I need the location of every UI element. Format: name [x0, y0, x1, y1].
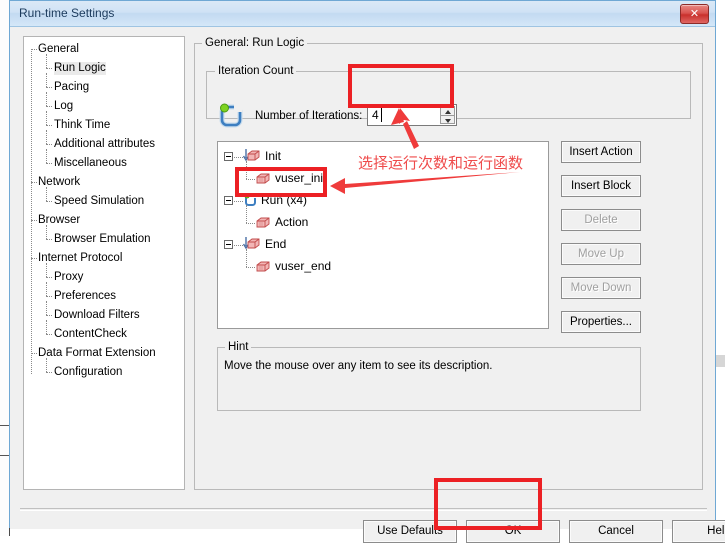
sidebar-item-configuration[interactable]: Configuration: [54, 366, 122, 379]
spinner-down-button[interactable]: [441, 116, 454, 124]
iterations-spinner[interactable]: [440, 106, 455, 124]
hint-caption: Hint: [225, 341, 252, 353]
run-logic-group-caption: General: Run Logic: [202, 37, 308, 49]
ok-button-highlight: [434, 478, 542, 530]
background-divider-2: [0, 455, 9, 456]
background-window-right-edge: [716, 0, 725, 536]
annotation-note: 选择运行次数和运行函数: [358, 154, 524, 172]
iteration-loop-icon: [218, 103, 244, 129]
tree-expander[interactable]: [224, 240, 233, 249]
iterations-value: 4: [372, 108, 379, 122]
sidebar-item-pacing[interactable]: Pacing: [54, 81, 89, 94]
sidebar-item-speed-simulation[interactable]: Speed Simulation: [54, 195, 144, 208]
number-of-iterations-label: Number of Iterations:: [255, 110, 363, 122]
move-up-button: Move Up: [561, 243, 641, 265]
close-icon[interactable]: ✕: [680, 4, 709, 24]
settings-category-tree[interactable]: General Run Logic Pacing Log Think Time Addit…: [23, 36, 185, 490]
delete-button: Delete: [561, 209, 641, 231]
action-tree-row-label: Init: [265, 149, 282, 163]
sidebar-item-log[interactable]: Log: [54, 100, 73, 113]
iteration-count-caption: Iteration Count: [215, 65, 297, 77]
action-block-icon: [256, 261, 270, 272]
sidebar-item-general[interactable]: General: [38, 43, 79, 56]
screen: Run-time Settings ✕ General Run Logic Paci…: [0, 0, 725, 543]
action-tree-row-init[interactable]: Init: [242, 149, 282, 163]
action-tree-row-action[interactable]: Action: [256, 215, 308, 229]
action-block-icon: [256, 217, 270, 228]
sidebar-item-browser[interactable]: Browser: [38, 214, 80, 227]
sidebar-item-data-format-extension[interactable]: Data Format Extension: [38, 347, 156, 360]
insert-block-button[interactable]: Insert Block: [561, 175, 641, 197]
window-title: Run-time Settings: [19, 6, 115, 20]
move-down-button: Move Down: [561, 277, 641, 299]
sidebar-item-think-time[interactable]: Think Time: [54, 119, 110, 132]
hint-text: Move the mouse over any item to see its …: [224, 360, 493, 372]
hint-group: [217, 347, 641, 411]
spinner-up-button[interactable]: [441, 107, 454, 116]
background-divider-1: [0, 425, 9, 426]
sidebar-item-network[interactable]: Network: [38, 176, 80, 189]
properties-button[interactable]: Properties...: [561, 311, 641, 333]
cancel-button[interactable]: Cancel: [569, 520, 663, 543]
sidebar-item-contentcheck[interactable]: ContentCheck: [54, 328, 127, 341]
iteration-input-highlight: [348, 64, 454, 108]
title-bar: Run-time Settings ✕: [10, 1, 715, 27]
action-row-highlight: [235, 167, 327, 197]
background-scrollbar-thumb: [716, 355, 725, 367]
sidebar-item-proxy[interactable]: Proxy: [54, 271, 83, 284]
action-tree-row-vuser-end[interactable]: vuser_end: [256, 259, 331, 273]
footer-separator: [20, 508, 707, 511]
end-block-icon: [242, 237, 260, 250]
init-block-icon: [242, 149, 260, 162]
action-tree-row-label: Action: [275, 215, 309, 229]
tree-expander[interactable]: [224, 152, 233, 161]
sidebar-item-browser-emulation[interactable]: Browser Emulation: [54, 233, 151, 246]
chevron-up-icon: [445, 110, 451, 114]
insert-action-button[interactable]: Insert Action: [561, 141, 641, 163]
text-caret: [381, 108, 382, 122]
sidebar-item-additional-attributes[interactable]: Additional attributes: [54, 138, 155, 151]
sidebar-item-preferences[interactable]: Preferences: [54, 290, 116, 303]
sidebar-item-run-logic[interactable]: Run Logic: [54, 62, 106, 75]
action-tree-row-end[interactable]: End: [242, 237, 287, 251]
chevron-down-icon: [445, 119, 451, 123]
action-tree-row-label: vuser_end: [275, 259, 332, 273]
help-button[interactable]: Help: [672, 520, 725, 543]
sidebar-item-internet-protocol[interactable]: Internet Protocol: [38, 252, 122, 265]
tree-expander[interactable]: [224, 196, 233, 205]
sidebar-item-miscellaneous[interactable]: Miscellaneous: [54, 157, 127, 170]
action-tree-row-label: End: [265, 237, 287, 251]
sidebar-item-download-filters[interactable]: Download Filters: [54, 309, 140, 322]
